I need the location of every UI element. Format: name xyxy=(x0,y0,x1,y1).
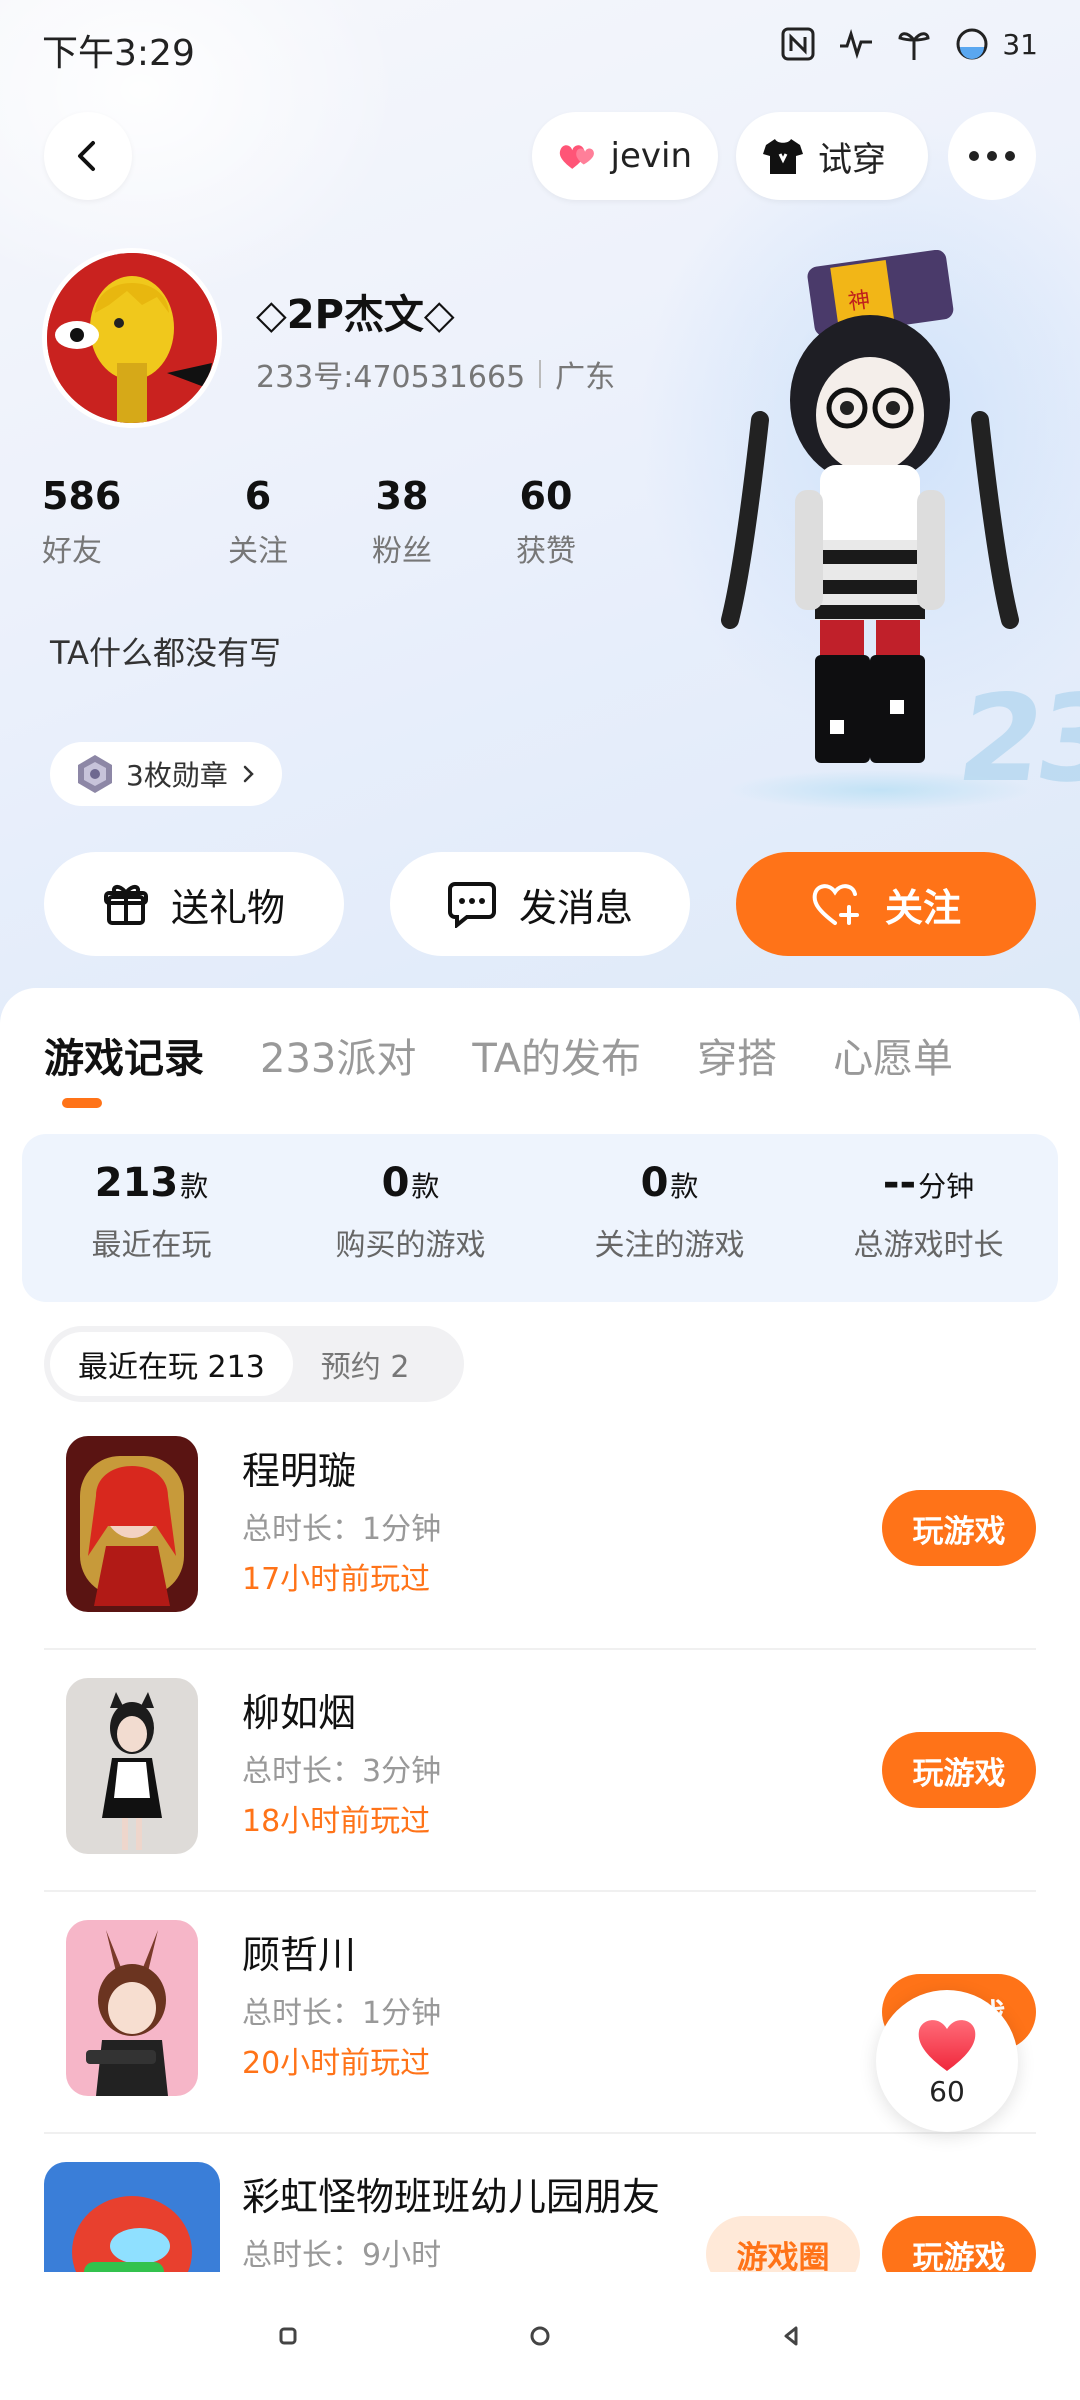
square-icon xyxy=(279,2327,297,2345)
stat-following[interactable]: 6 关注 xyxy=(186,474,330,570)
back-button[interactable] xyxy=(44,112,132,200)
chat-bubble-icon xyxy=(447,882,496,928)
separator xyxy=(539,360,542,388)
double-heart-icon xyxy=(559,145,594,169)
system-nav-bar xyxy=(0,2272,1080,2400)
tab-outfits[interactable]: 穿搭 xyxy=(697,1026,777,1084)
game-title: 程明璇 xyxy=(242,1449,357,1493)
badges-label: 3枚勋章 xyxy=(126,759,228,792)
summary-recent[interactable]: 213款 最近在玩 xyxy=(22,1134,281,1302)
stat-followers[interactable]: 38 粉丝 xyxy=(330,474,474,570)
avatar-3d-figure[interactable]: 神 xyxy=(720,250,1020,790)
game-playtime: 总时长：9小时 xyxy=(242,2238,442,2273)
game-title: 柳如烟 xyxy=(242,1691,357,1735)
like-count: 60 xyxy=(929,2074,965,2108)
heart-plus-icon xyxy=(812,884,859,925)
game-row[interactable]: 柳如烟 总时长：3分钟 18小时前玩过 玩游戏 xyxy=(44,1650,1036,1892)
game-playtime: 总时长：1分钟 xyxy=(242,1512,442,1547)
segment-recent[interactable]: 最近在玩 213 xyxy=(50,1332,293,1396)
segment-reserved[interactable]: 预约 2 xyxy=(293,1332,438,1396)
tab-wishlist[interactable]: 心愿单 xyxy=(833,1026,953,1084)
game-cover-image xyxy=(66,1920,198,2096)
heart-icon xyxy=(918,2019,976,2071)
circle-icon xyxy=(530,2326,550,2346)
region: 广东 xyxy=(555,360,616,395)
game-playtime: 总时长：3分钟 xyxy=(242,1754,442,1789)
nfc-icon xyxy=(781,27,815,61)
chevron-right-icon xyxy=(243,765,254,783)
couple-name: jevin xyxy=(610,136,692,176)
stat-friends[interactable]: 586 好友 xyxy=(42,474,142,570)
triangle-back-icon xyxy=(784,2326,798,2346)
avatar-image xyxy=(47,253,217,423)
game-row[interactable]: 程明璇 总时长：1分钟 17小时前玩过 玩游戏 xyxy=(44,1408,1036,1650)
tab-game-record[interactable]: 游戏记录 xyxy=(44,1026,204,1084)
try-on-label: 试穿 xyxy=(818,139,886,180)
sprout-icon xyxy=(898,32,930,60)
send-gift-label: 送礼物 xyxy=(170,885,285,930)
follow-button[interactable]: 关注 xyxy=(736,852,1036,956)
svg-text:神: 神 xyxy=(847,288,872,316)
tshirt-icon xyxy=(763,139,803,174)
send-message-label: 发消息 xyxy=(518,885,633,930)
game-title: 顾哲川 xyxy=(242,1933,357,1977)
gift-icon xyxy=(103,885,148,925)
uid-row: 233号:470531665 广东 xyxy=(256,352,615,396)
game-last-played: 17小时前玩过 xyxy=(242,1562,431,1597)
back-arrow-icon xyxy=(78,141,95,171)
game-list-segment: 最近在玩 213 预约 2 xyxy=(44,1326,464,1402)
summary-purchased[interactable]: 0款 购买的游戏 xyxy=(281,1134,540,1302)
try-on-button[interactable]: 试穿 xyxy=(736,112,928,200)
more-button[interactable] xyxy=(948,112,1036,200)
like-button[interactable]: 60 xyxy=(876,1990,1018,2132)
battery-level: 31 xyxy=(1002,27,1038,61)
back-nav-button[interactable] xyxy=(772,2316,812,2356)
profile-stats: 586 好友 6 关注 38 粉丝 60 获赞 xyxy=(42,474,618,570)
home-button[interactable] xyxy=(520,2316,560,2356)
game-last-played: 20小时前玩过 xyxy=(242,2046,431,2081)
stat-likes[interactable]: 60 获赞 xyxy=(474,474,618,570)
couple-button[interactable]: jevin xyxy=(532,112,718,200)
more-dots-icon xyxy=(969,151,979,161)
tab-233-party[interactable]: 233派对 xyxy=(260,1026,416,1084)
summary-followed[interactable]: 0款 关注的游戏 xyxy=(540,1134,799,1302)
uid: 233号:470531665 xyxy=(256,360,526,395)
follow-label: 关注 xyxy=(884,885,961,930)
game-last-played: 18小时前玩过 xyxy=(242,1804,431,1839)
bio: TA什么都没有写 xyxy=(50,634,281,672)
game-title: 彩虹怪物班班幼儿园朋友 xyxy=(242,2175,661,2219)
send-gift-button[interactable]: 送礼物 xyxy=(44,852,344,956)
battery-icon xyxy=(956,28,988,60)
activity-icon xyxy=(840,29,873,59)
medal-icon xyxy=(78,755,112,793)
play-game-button[interactable]: 玩游戏 xyxy=(882,1490,1036,1566)
tab-posts[interactable]: TA的发布 xyxy=(472,1026,641,1084)
game-summary: 213款 最近在玩 0款 购买的游戏 0款 关注的游戏 --分钟 总游戏时长 xyxy=(22,1134,1058,1302)
status-time: 下午3:29 xyxy=(42,33,195,74)
profile-tabs: 游戏记录 233派对 TA的发布 穿搭 心愿单 xyxy=(44,1026,953,1084)
summary-playtime[interactable]: --分钟 总游戏时长 xyxy=(799,1134,1058,1302)
game-playtime: 总时长：1分钟 xyxy=(242,1996,442,2031)
status-bar: 下午3:29 31 xyxy=(0,0,1080,96)
nickname: ◇2P杰文◇ xyxy=(256,292,455,338)
recents-button[interactable] xyxy=(268,2316,308,2356)
avatar[interactable] xyxy=(42,248,222,428)
active-tab-indicator xyxy=(62,1098,102,1108)
game-cover-image xyxy=(66,1678,198,1854)
play-game-button[interactable]: 玩游戏 xyxy=(882,1732,1036,1808)
send-message-button[interactable]: 发消息 xyxy=(390,852,690,956)
game-cover-image xyxy=(66,1436,198,1612)
badges-button[interactable]: 3枚勋章 xyxy=(50,742,282,806)
